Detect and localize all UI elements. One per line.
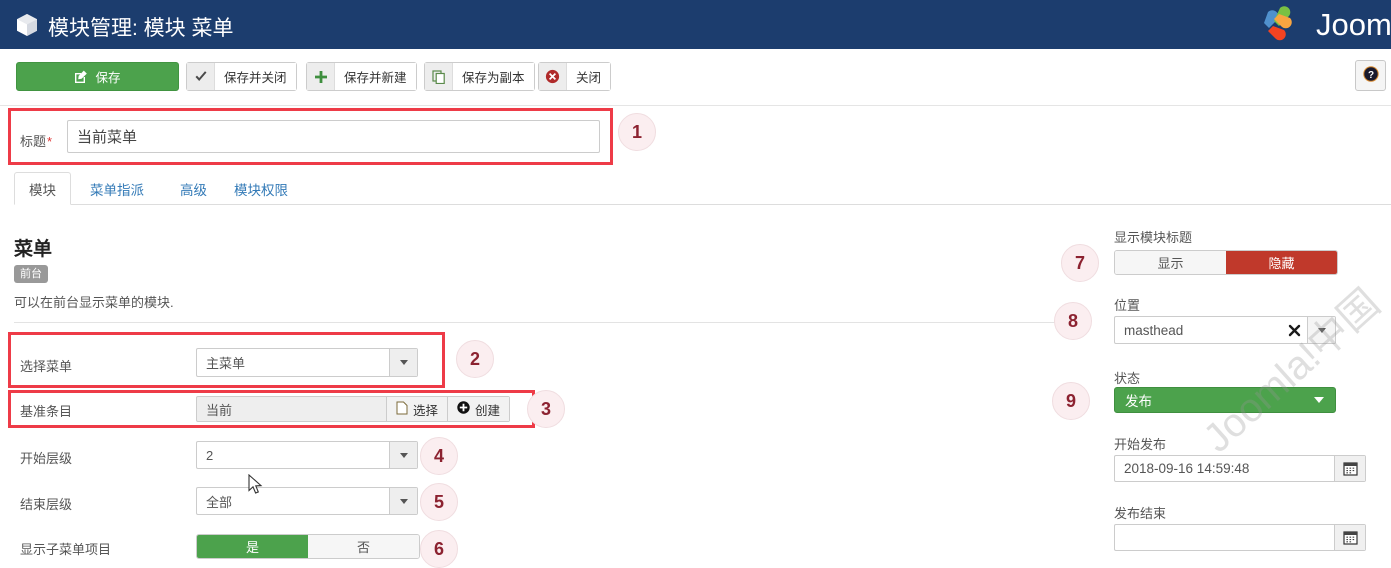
clear-x-icon[interactable] [1281,324,1307,337]
marker-9: 9 [1052,382,1090,420]
checkmark-icon [187,63,215,90]
show-title-hide-option[interactable]: 隐藏 [1226,251,1337,274]
position-field[interactable]: masthead [1114,316,1336,344]
required-asterisk: * [47,134,53,149]
base-item-create-button[interactable]: 创建 [446,397,509,421]
select-menu-dropdown[interactable]: 主菜单 [196,348,418,377]
chevron-down-icon [1314,397,1324,403]
position-caret-button[interactable] [1307,317,1335,343]
end-level-label: 结束层级 [20,497,73,512]
position-value: masthead [1124,322,1184,338]
chevron-down-icon [399,498,408,504]
marker-3: 3 [527,390,565,428]
tab-menu-assignment[interactable]: 菜单指派 [76,172,158,205]
site-watermark: Joomla!中国 [1195,280,1389,461]
tab-advanced[interactable]: 高级 [166,172,221,205]
help-question-icon: ? [1362,66,1379,85]
save-button[interactable]: 保存 [16,62,179,91]
calendar-icon[interactable] [1334,456,1365,481]
chevron-down-icon [399,452,408,458]
title-input[interactable] [67,120,600,153]
save-as-copy-button[interactable]: 保存为副本 [424,62,535,91]
tab-module[interactable]: 模块 [14,172,71,205]
module-description: 可以在前台显示菜单的模块. [14,295,174,310]
status-select[interactable]: 发布 [1114,387,1336,413]
marker-5: 5 [420,483,458,521]
show-submenu-label: 显示子菜单项目 [20,542,112,557]
tab-module-permissions[interactable]: 模块权限 [220,172,302,205]
show-submenu-yes-option[interactable]: 是 [197,535,308,558]
show-title-label: 显示模块标题 [1114,230,1193,245]
select-menu-value: 主菜单 [206,356,246,371]
plus-icon [307,63,335,90]
marker-2: 2 [456,340,494,378]
publish-start-label: 开始发布 [1114,437,1167,452]
start-level-label: 开始层级 [20,451,73,466]
help-button[interactable]: ? [1355,60,1386,91]
joomla-logo: Joom [1248,4,1391,46]
select-menu-label: 选择菜单 [20,359,73,374]
svg-text:?: ? [1367,70,1373,81]
title-field-label: 标题* [20,131,52,150]
show-submenu-no-option[interactable]: 否 [308,535,419,558]
show-title-show-option[interactable]: 显示 [1115,251,1226,274]
marker-4: 4 [420,437,458,475]
module-name: 菜单 [14,239,53,260]
status-value: 发布 [1125,394,1152,409]
marker-8: 8 [1054,302,1092,340]
start-level-value: 2 [206,447,214,463]
base-item-select-label: 选择 [412,403,438,418]
chevron-down-icon [1317,327,1326,333]
document-icon [396,401,408,418]
base-item-field: 当前 选择 创建 [196,396,510,422]
save-as-copy-label: 保存为副本 [453,63,534,90]
title-label-text: 标题 [20,134,47,149]
end-level-caret-button[interactable] [389,488,417,514]
select-menu-caret-button[interactable] [389,349,417,376]
base-item-label: 基准条目 [20,404,73,419]
save-and-close-button[interactable]: 保存并关闭 [186,62,297,91]
mouse-cursor-icon [248,473,264,496]
publish-start-value: 2018-09-16 14:59:48 [1124,461,1250,476]
position-label: 位置 [1114,298,1141,313]
module-scope-badge: 前台 [14,265,48,283]
calendar-icon[interactable] [1334,525,1365,550]
svg-text:Joom: Joom [1316,7,1391,42]
app-header: 模块管理: 模块 菜单 Joom [0,0,1391,49]
base-item-value: 当前 [206,402,233,418]
end-level-dropdown[interactable]: 全部 [196,487,418,515]
status-label: 状态 [1114,371,1141,386]
chevron-down-icon [399,360,408,365]
start-level-dropdown[interactable]: 2 [196,441,418,469]
save-pencil-icon [74,70,88,84]
marker-1: 1 [618,113,656,151]
base-item-create-label: 创建 [474,403,500,418]
close-x-circle-icon [539,63,567,90]
save-and-new-button[interactable]: 保存并新建 [306,62,417,91]
plus-circle-icon [457,401,470,417]
close-button[interactable]: 关闭 [538,62,612,91]
save-button-label: 保存 [95,71,121,85]
start-level-caret-button[interactable] [389,442,417,468]
publish-start-field[interactable]: 2018-09-16 14:59:48 [1114,455,1366,482]
marker-7: 7 [1061,244,1099,282]
page-title: 模块管理: 模块 菜单 [48,17,234,40]
close-button-label: 关闭 [567,63,611,90]
show-title-toggle[interactable]: 显示 隐藏 [1114,250,1338,275]
show-submenu-toggle[interactable]: 是 否 [196,534,420,559]
publish-end-field[interactable] [1114,524,1366,551]
base-item-select-button[interactable]: 选择 [385,397,447,421]
save-and-close-label: 保存并关闭 [215,63,296,90]
tab-bar: 模块 菜单指派 高级 模块权限 [14,172,1391,205]
end-level-value: 全部 [206,494,233,510]
publish-end-label: 发布结束 [1114,506,1167,521]
marker-6: 6 [420,530,458,568]
save-and-new-label: 保存并新建 [335,63,416,90]
divider [14,322,1081,323]
copy-icon [425,63,453,90]
cube-icon [16,13,38,37]
